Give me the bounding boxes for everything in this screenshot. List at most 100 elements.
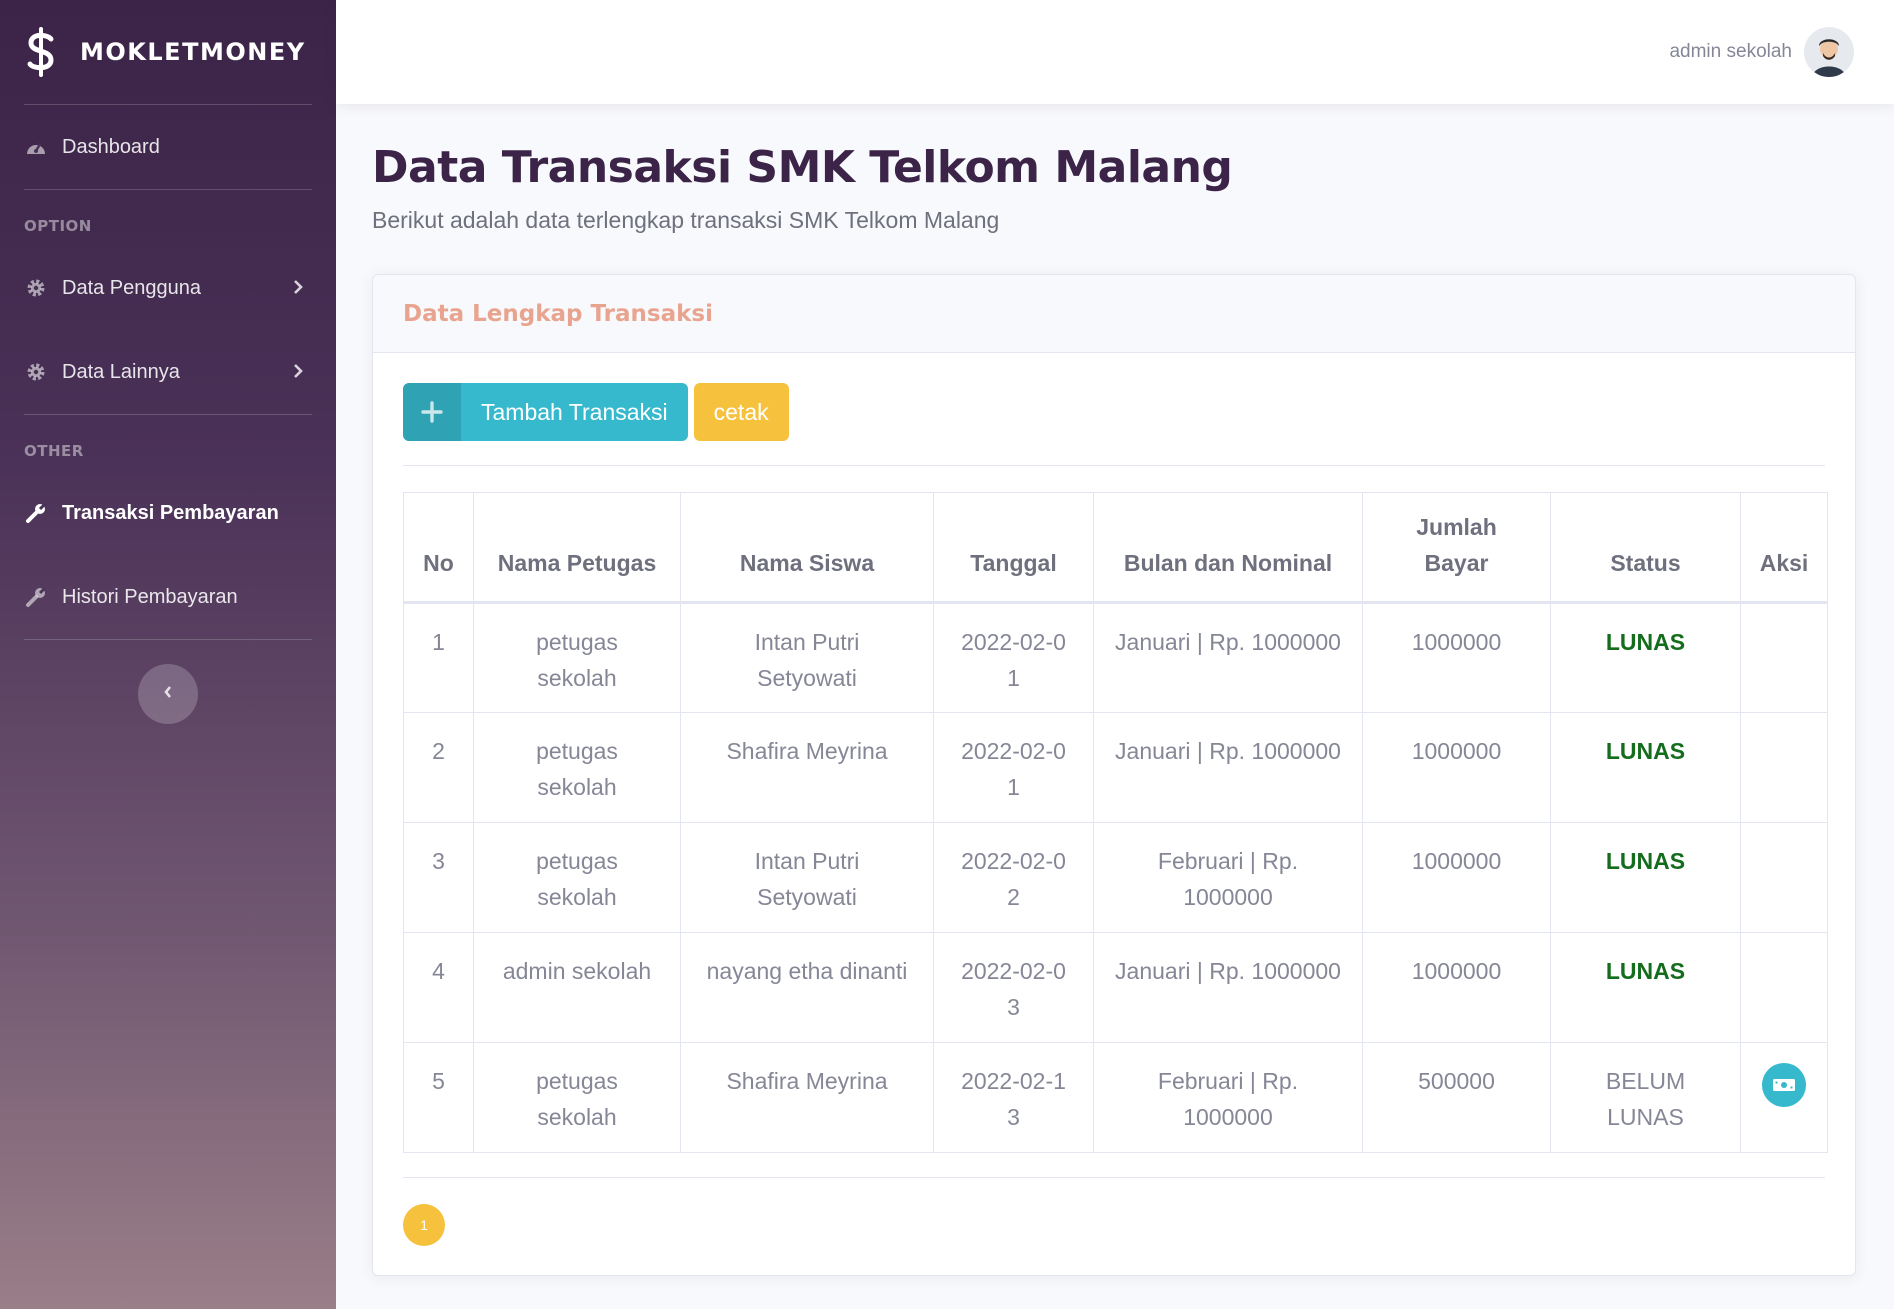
- cell-bulan: Januari | Rp. 1000000: [1093, 932, 1363, 1043]
- cell-tanggal: 2022-02-03: [933, 932, 1094, 1043]
- plus-icon: [403, 383, 461, 441]
- cell-jumlah: 1000000: [1362, 602, 1551, 713]
- print-button[interactable]: cetak: [693, 383, 789, 441]
- sidebar-item-label: Histori Pembayaran: [62, 585, 238, 608]
- transaction-card: Data Lengkap Transaksi Tambah Transaksi …: [372, 274, 1856, 1276]
- table-header-row: No Nama Petugas Nama Siswa Tanggal Bulan…: [403, 492, 1828, 604]
- cell-bulan: Februari | Rp. 1000000: [1093, 822, 1363, 933]
- card-title: Data Lengkap Transaksi: [403, 300, 713, 327]
- card-header: Data Lengkap Transaksi: [373, 275, 1855, 353]
- cell-petugas: petugas sekolah: [473, 602, 681, 713]
- cell-tanggal: 2022-02-01: [933, 602, 1094, 713]
- sidebar-item-transaksi-pembayaran[interactable]: Transaksi Pembayaran: [0, 471, 336, 555]
- dollar-icon: [24, 26, 58, 78]
- topbar: admin sekolah: [336, 0, 1894, 104]
- cell-siswa: Intan Putri Setyowati: [680, 602, 934, 713]
- status-badge: LUNAS: [1550, 602, 1741, 713]
- column-header-tanggal[interactable]: Tanggal: [933, 492, 1094, 604]
- sidebar-item-label: Data Pengguna: [62, 276, 202, 299]
- page-subtitle: Berikut adalah data terlengkap transaksi…: [372, 207, 1000, 233]
- cell-tanggal: 2022-02-13: [933, 1042, 1094, 1153]
- cell-jumlah: 1000000: [1362, 822, 1551, 933]
- user-name[interactable]: admin sekolah: [1669, 41, 1792, 63]
- cell-petugas: admin sekolah: [473, 932, 681, 1043]
- status-badge: LUNAS: [1550, 822, 1741, 933]
- cell-aksi: [1740, 1042, 1828, 1153]
- page-title: Data Transaksi SMK Telkom Malang: [372, 142, 1233, 193]
- chevron-left-icon: [162, 684, 174, 705]
- chevron-right-icon: [292, 362, 306, 382]
- brand-name: MOKLETMONEY: [80, 38, 306, 66]
- cell-bulan: Januari | Rp. 1000000: [1093, 602, 1363, 713]
- cell-no: 4: [403, 932, 474, 1043]
- cell-no: 1: [403, 602, 474, 713]
- cell-jumlah: 500000: [1362, 1042, 1551, 1153]
- table-row: 3 petugas sekolah Intan Putri Setyowati …: [403, 822, 1828, 933]
- cell-bulan: Februari | Rp. 1000000: [1093, 1042, 1363, 1153]
- cell-petugas: petugas sekolah: [473, 822, 681, 933]
- sidebar-item-label: Transaksi Pembayaran: [62, 501, 279, 524]
- divider: [403, 1177, 1825, 1178]
- card-body: Tambah Transaksi cetak No Nama Petugas N…: [373, 353, 1855, 1246]
- wrench-icon: [24, 501, 48, 525]
- pay-button[interactable]: [1762, 1063, 1806, 1107]
- status-badge: BELUM LUNAS: [1550, 1042, 1741, 1153]
- cell-no: 3: [403, 822, 474, 933]
- wrench-icon: [24, 585, 48, 609]
- sidebar-item-label: Data Lainnya: [62, 360, 180, 383]
- divider: [24, 414, 312, 415]
- cell-no: 2: [403, 712, 474, 823]
- cell-aksi: [1740, 932, 1828, 1043]
- add-transaction-label: Tambah Transaksi: [481, 398, 668, 425]
- cell-petugas: petugas sekolah: [473, 1042, 681, 1153]
- column-header-status[interactable]: Status: [1550, 492, 1741, 604]
- gear-icon: [24, 276, 48, 300]
- divider: [24, 189, 312, 190]
- main-content: Data Transaksi SMK Telkom Malang Berikut…: [372, 104, 1856, 1276]
- column-header-jumlah-bayar[interactable]: Jumlah Bayar: [1362, 492, 1551, 604]
- status-badge: LUNAS: [1550, 932, 1741, 1043]
- cell-jumlah: 1000000: [1362, 712, 1551, 823]
- table-row: 5 petugas sekolah Shafira Meyrina 2022-0…: [403, 1042, 1828, 1153]
- column-header-aksi[interactable]: Aksi: [1740, 492, 1828, 604]
- column-header-nama-siswa[interactable]: Nama Siswa: [680, 492, 934, 604]
- transaction-table: No Nama Petugas Nama Siswa Tanggal Bulan…: [403, 492, 1828, 1153]
- cell-siswa: Shafira Meyrina: [680, 712, 934, 823]
- table-row: 4 admin sekolah nayang etha dinanti 2022…: [403, 932, 1828, 1043]
- cell-jumlah: 1000000: [1362, 932, 1551, 1043]
- button-row: Tambah Transaksi cetak: [403, 383, 1825, 441]
- sidebar-item-dashboard[interactable]: Dashboard: [0, 105, 336, 189]
- cell-siswa: Intan Putri Setyowati: [680, 822, 934, 933]
- sidebar-toggle-button[interactable]: [138, 664, 198, 724]
- chevron-right-icon: [292, 278, 306, 298]
- pagination-page-1[interactable]: 1: [403, 1204, 445, 1246]
- status-badge: LUNAS: [1550, 712, 1741, 823]
- add-transaction-button[interactable]: Tambah Transaksi: [403, 383, 688, 441]
- cell-no: 5: [403, 1042, 474, 1153]
- column-header-no[interactable]: No: [403, 492, 474, 604]
- sidebar: MOKLETMONEY Dashboard OPTION Data Penggu…: [0, 0, 336, 1309]
- cell-tanggal: 2022-02-01: [933, 712, 1094, 823]
- avatar[interactable]: [1804, 27, 1854, 77]
- column-header-nama-petugas[interactable]: Nama Petugas: [473, 492, 681, 604]
- cell-bulan: Januari | Rp. 1000000: [1093, 712, 1363, 823]
- sidebar-item-data-lainnya[interactable]: Data Lainnya: [0, 330, 336, 414]
- tachometer-icon: [24, 135, 48, 159]
- column-header-bulan-nominal[interactable]: Bulan dan Nominal: [1093, 492, 1363, 604]
- brand[interactable]: MOKLETMONEY: [0, 0, 336, 104]
- cell-siswa: Shafira Meyrina: [680, 1042, 934, 1153]
- cell-siswa: nayang etha dinanti: [680, 932, 934, 1043]
- divider: [24, 639, 312, 640]
- divider: [403, 465, 1825, 466]
- table-row: 1 petugas sekolah Intan Putri Setyowati …: [403, 602, 1828, 713]
- cell-aksi: [1740, 822, 1828, 933]
- cell-tanggal: 2022-02-02: [933, 822, 1094, 933]
- money-bill-icon: [1772, 1067, 1796, 1103]
- sidebar-item-data-pengguna[interactable]: Data Pengguna: [0, 246, 336, 330]
- sidebar-item-histori-pembayaran[interactable]: Histori Pembayaran: [0, 555, 336, 639]
- sidebar-item-label: Dashboard: [62, 135, 160, 158]
- cell-petugas: petugas sekolah: [473, 712, 681, 823]
- table-row: 2 petugas sekolah Shafira Meyrina 2022-0…: [403, 712, 1828, 823]
- cell-aksi: [1740, 712, 1828, 823]
- sidebar-heading-option: OPTION: [24, 217, 92, 235]
